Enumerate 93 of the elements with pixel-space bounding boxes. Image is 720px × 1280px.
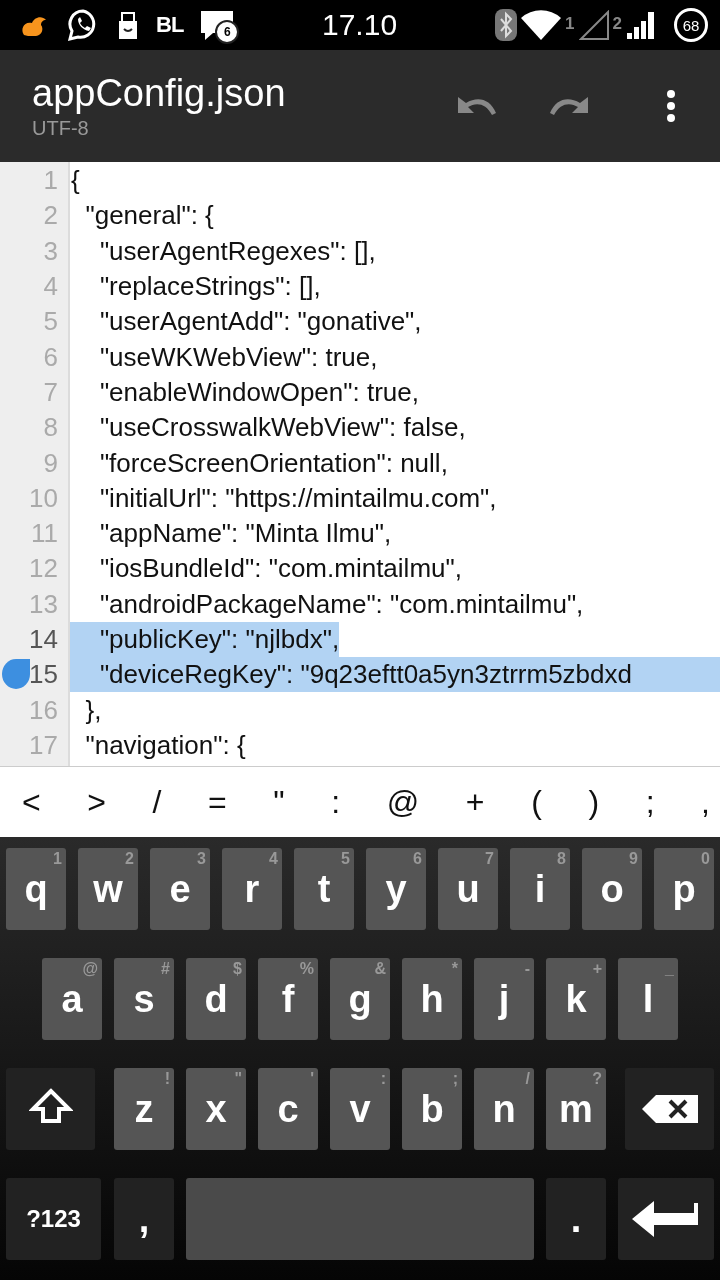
enter-icon xyxy=(632,1199,700,1239)
letter-key[interactable]: @ a xyxy=(42,958,102,1040)
line-number: 10 xyxy=(29,482,58,514)
line-number: 17 xyxy=(29,729,58,761)
file-title: appConfig.json xyxy=(32,72,287,115)
shopping-bag-icon xyxy=(116,9,140,41)
code-line: "replaceStrings": [], xyxy=(98,270,321,304)
symbol-key[interactable]: @ xyxy=(378,767,428,837)
symbol-key[interactable]: < xyxy=(14,767,49,837)
letter-key[interactable]: 5 t xyxy=(294,848,354,930)
symbol-key[interactable]: " xyxy=(265,767,293,837)
letter-key[interactable]: + k xyxy=(546,958,606,1040)
symbols-key[interactable]: ?123 xyxy=(6,1178,101,1260)
encoding-label: UTF-8 xyxy=(32,117,90,140)
line-number: 1 xyxy=(43,165,58,197)
letter-key[interactable]: 8 i xyxy=(510,848,570,930)
sim-number: 2 xyxy=(612,14,622,34)
line-number: 6 xyxy=(43,341,58,373)
line-number: 4 xyxy=(43,271,58,303)
letter-key[interactable]: 4 r xyxy=(222,848,282,930)
battery-indicator: 68 xyxy=(674,8,708,42)
code-line: "general": { xyxy=(84,199,214,233)
letter-key[interactable]: 3 e xyxy=(150,848,210,930)
backspace-icon xyxy=(641,1095,698,1123)
code-line: "appName": "Minta Ilmu", xyxy=(98,517,392,551)
selection-handle[interactable] xyxy=(2,659,30,690)
code-line: "forceScreenOrientation": null, xyxy=(98,446,448,480)
punctuation-key[interactable]: , xyxy=(114,1178,174,1260)
signal-icon xyxy=(626,10,656,40)
line-number: 8 xyxy=(43,412,58,444)
symbol-key[interactable]: / xyxy=(144,767,170,837)
line-number: 7 xyxy=(43,376,58,408)
code-line: "navigation": { xyxy=(84,728,246,762)
letter-key[interactable]: ! z xyxy=(114,1068,174,1150)
symbol-key[interactable]: > xyxy=(79,767,114,837)
letter-key[interactable]: & g xyxy=(330,958,390,1040)
letter-key[interactable]: # s xyxy=(114,958,174,1040)
line-number: 3 xyxy=(43,235,58,267)
line-number: 2 xyxy=(43,200,58,232)
letter-key[interactable]: " x xyxy=(186,1068,246,1150)
line-number: 11 xyxy=(31,518,58,550)
code-line: "useCrosswalkWebView": false, xyxy=(98,411,466,445)
letter-key[interactable]: ? m xyxy=(546,1068,606,1150)
symbol-key[interactable]: + xyxy=(457,767,493,837)
bluetooth-icon xyxy=(495,9,518,41)
line-number: 5 xyxy=(43,306,58,338)
symbol-key[interactable]: , xyxy=(693,767,718,837)
code-line: }, xyxy=(84,693,102,727)
letter-key[interactable]: - j xyxy=(474,958,534,1040)
code-line: "enableWindowOpen": true, xyxy=(98,375,419,409)
symbol-key[interactable]: : xyxy=(323,767,349,837)
letter-key[interactable]: ; b xyxy=(402,1068,462,1150)
signal-icon xyxy=(578,10,609,40)
letter-key[interactable]: 2 w xyxy=(78,848,138,930)
letter-key[interactable]: 0 p xyxy=(654,848,714,930)
letter-key[interactable]: 1 q xyxy=(6,848,66,930)
code-line: "userAgentRegexes": [], xyxy=(98,234,376,268)
letter-key[interactable]: 7 u xyxy=(438,848,498,930)
more-options-icon[interactable] xyxy=(666,89,676,123)
clock: 17.10 xyxy=(322,8,398,42)
line-number: 15 xyxy=(29,659,58,691)
letter-key[interactable]: 9 o xyxy=(582,848,642,930)
code-line: "initialUrl": "https://mintailmu.com", xyxy=(98,481,497,515)
code-line: { xyxy=(70,164,80,198)
symbol-key[interactable]: ( xyxy=(523,767,550,837)
letter-key[interactable]: _ l xyxy=(618,958,678,1040)
letter-key[interactable]: ' c xyxy=(258,1068,318,1150)
letter-key[interactable]: / n xyxy=(474,1068,534,1150)
letter-key[interactable]: 6 y xyxy=(366,848,426,930)
message-notification-icon: 6 xyxy=(199,8,236,42)
code-line: "iosBundleId": "com.mintailmu", xyxy=(98,552,462,586)
symbol-key[interactable]: ; xyxy=(637,767,663,837)
line-number: 12 xyxy=(29,553,58,585)
backspace-key[interactable] xyxy=(625,1068,714,1150)
letter-key[interactable]: $ d xyxy=(186,958,246,1040)
code-line: "useWKWebView": true, xyxy=(98,340,378,374)
code-line: "androidPackageName": "com.mintailmu", xyxy=(98,587,584,621)
line-number: 14 xyxy=(29,624,58,655)
symbol-key[interactable]: ) xyxy=(580,767,608,837)
notification-letters: BL xyxy=(156,12,184,38)
letter-key[interactable]: % f xyxy=(258,958,318,1040)
sim-number: 1 xyxy=(565,14,575,34)
letter-key[interactable]: : v xyxy=(330,1068,390,1150)
code-line: "userAgentAdd": "gonative", xyxy=(98,305,422,339)
punctuation-key[interactable]: . xyxy=(546,1178,606,1260)
shift-key[interactable] xyxy=(6,1068,95,1150)
enter-key[interactable] xyxy=(618,1178,714,1260)
line-number: 13 xyxy=(29,588,58,620)
letter-key[interactable]: * h xyxy=(402,958,462,1040)
line-number: 9 xyxy=(43,447,58,479)
symbol-key[interactable]: = xyxy=(200,767,235,837)
line-number: 16 xyxy=(29,694,58,726)
wifi-icon xyxy=(521,10,562,40)
